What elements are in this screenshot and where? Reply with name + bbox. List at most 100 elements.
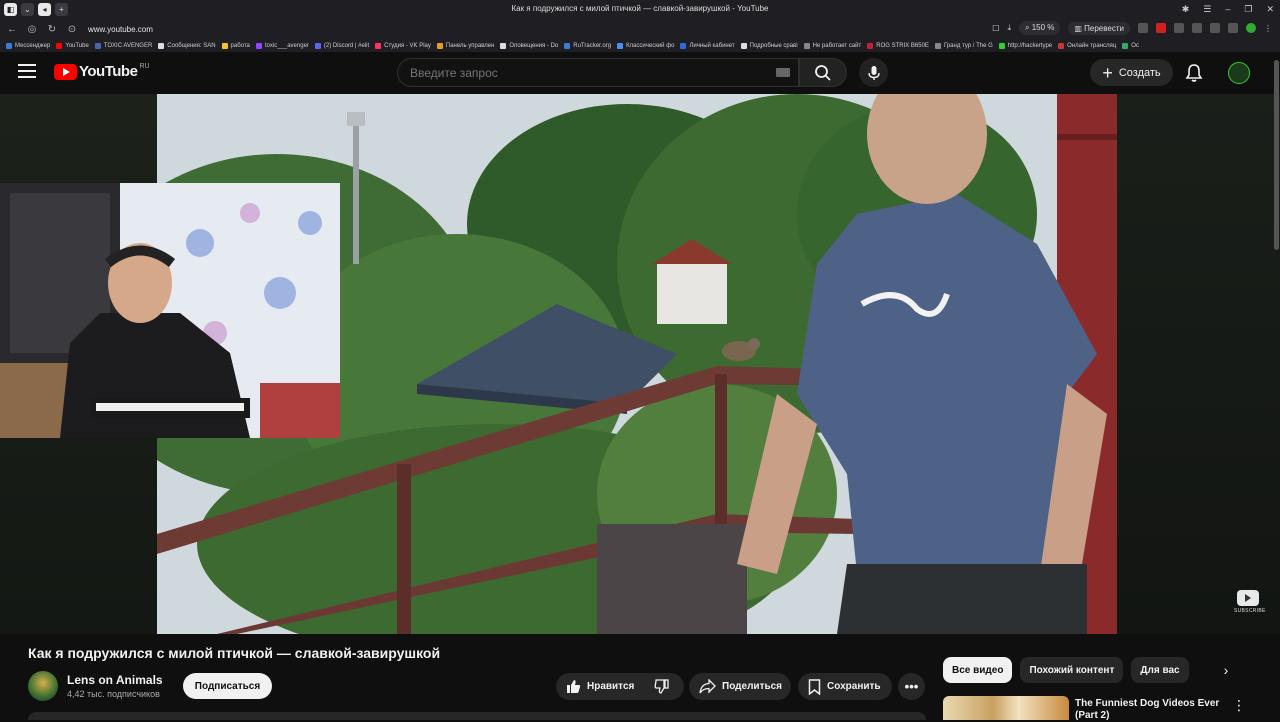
notifications-bell-icon[interactable]: [1185, 63, 1203, 88]
site-info-icon[interactable]: ⊙: [64, 21, 80, 37]
bookmark-item[interactable]: YouTube: [56, 43, 89, 49]
browser-addressbar: ← ◎ ↻ ⊙ www.youtube.com ☐ ⤓ ⌕ 150 % ▥ Пе…: [0, 18, 1280, 40]
video-title: Как я подружился с милой птичкой — славк…: [28, 645, 441, 661]
bookmark-item[interactable]: http://hackertype: [998, 43, 1052, 49]
bookmark-label: TOXIC AVENGER: [103, 43, 153, 49]
description-box[interactable]: [28, 712, 926, 720]
bookmark-item[interactable]: Сообщения: SAN: [158, 43, 216, 49]
bookmark-item[interactable]: ROG STRIX B650E: [867, 43, 929, 49]
recommendation-title[interactable]: The Funniest Dog Videos Ever (Part 2): [1075, 698, 1225, 722]
extension-icon-3[interactable]: [1192, 23, 1202, 33]
share-label: Поделиться: [722, 681, 783, 692]
recommendation-thumbnail[interactable]: [943, 696, 1069, 720]
ambient-right: [1117, 94, 1280, 634]
bookmark-label: (2) Discord | #elit: [323, 43, 370, 49]
chip-2[interactable]: Для вас: [1131, 657, 1189, 683]
region-code: RU: [139, 63, 150, 70]
bookmark-label: ROG STRIX B650E: [876, 43, 929, 49]
share-button[interactable]: Поделиться: [689, 673, 791, 700]
search-button[interactable]: [799, 58, 847, 87]
extension-icon-4[interactable]: [1210, 23, 1220, 33]
bookmark-item[interactable]: Ос: [1122, 43, 1139, 49]
minimize-icon[interactable]: –: [1225, 4, 1230, 14]
keyboard-icon[interactable]: [776, 68, 790, 77]
webcam-image: [0, 183, 340, 438]
bookmark-item[interactable]: toxic___avenger: [255, 43, 309, 49]
more-actions-button[interactable]: •••: [898, 673, 925, 700]
youtube-logo[interactable]: YouTube RU: [54, 63, 150, 80]
bookmark-item[interactable]: Панель управлен: [436, 43, 494, 49]
bookmark-item[interactable]: Оповещения - Do: [500, 43, 558, 49]
extension-icon-2[interactable]: [1174, 23, 1184, 33]
hamburger-menu-icon[interactable]: [18, 64, 36, 80]
chip-0[interactable]: Все видео: [943, 657, 1013, 683]
chevron-right-icon[interactable]: ›: [1216, 660, 1236, 680]
window-title: Как я подружился с милой птичкой — славк…: [511, 4, 769, 13]
maximize-icon[interactable]: ❐: [1244, 4, 1252, 15]
bookmark-item[interactable]: Личный кабинет: [680, 43, 735, 49]
bookmark-item[interactable]: работа: [221, 43, 250, 49]
extension-icon[interactable]: [1138, 23, 1148, 33]
chip-1[interactable]: Похожий контент: [1020, 657, 1124, 683]
active-tab-icon[interactable]: ◂: [38, 2, 51, 16]
search-input[interactable]: [410, 66, 760, 80]
page-scrollbar[interactable]: [1274, 60, 1279, 250]
bookmark-favicon-icon: [740, 43, 747, 49]
bookmark-item[interactable]: RuTracker.org: [564, 43, 611, 49]
video-player[interactable]: SUBSCRIBE: [0, 94, 1280, 634]
bookmark-item[interactable]: (2) Discord | #elit: [314, 43, 370, 49]
close-icon[interactable]: ✕: [1266, 4, 1274, 15]
list-icon[interactable]: ☰: [1203, 4, 1211, 15]
zoom-indicator[interactable]: ⌕ 150 %: [1018, 21, 1061, 35]
extensions-puzzle-icon[interactable]: [1228, 23, 1238, 33]
bookmark-item[interactable]: Гранд тур / The G: [934, 43, 993, 49]
bookmark-favicon-icon: [1122, 43, 1129, 49]
channel-avatar[interactable]: [28, 671, 58, 701]
voice-search-button[interactable]: [859, 58, 888, 87]
download-icon[interactable]: ⤓: [1007, 23, 1011, 33]
channel-name[interactable]: Lens on Animals: [67, 673, 163, 687]
bookmark-item[interactable]: Студия - VK Play: [375, 43, 431, 49]
back-arrow-icon[interactable]: ←: [4, 21, 20, 37]
create-button[interactable]: + Создать: [1090, 59, 1173, 86]
browser-titlebar: ◧ ⌄ ◂ + Как я подружился с милой птичкой…: [0, 0, 1280, 18]
dislike-button[interactable]: [644, 673, 685, 700]
bookmark-label: toxic___avenger: [264, 43, 309, 49]
bookmarks-bar: Мессенджер YouTube TOXIC AVENGER Сообщения:…: [0, 40, 1280, 52]
tab-list-chevron-icon[interactable]: ⌄: [21, 2, 34, 16]
bookmark-item[interactable]: Подробные сраві: [740, 43, 798, 49]
account-avatar[interactable]: [1228, 62, 1250, 84]
bookmark-favicon-icon: [998, 43, 1005, 49]
recommendation-more-icon[interactable]: ⋮: [1232, 697, 1246, 714]
bookmark-favicon-icon: [255, 43, 262, 49]
bookmark-item[interactable]: TOXIC AVENGER: [94, 43, 153, 49]
new-tab-plus-icon[interactable]: +: [55, 2, 68, 16]
bookmark-favicon-icon: [314, 43, 321, 49]
subscribe-button[interactable]: Подписаться: [183, 673, 272, 699]
bookmark-item[interactable]: Классический фо: [617, 43, 674, 49]
translate-button[interactable]: ▥ Перевести: [1068, 21, 1130, 35]
search-icon: [815, 64, 831, 81]
bookmark-item[interactable]: Не работает сайт: [803, 43, 861, 49]
bookmark-item[interactable]: Онлайн трансляц: [1058, 43, 1116, 49]
browser-menu-dots-icon[interactable]: ⋮: [1264, 24, 1272, 33]
youtube-header: YouTube RU + Создать: [0, 52, 1280, 94]
zoom-value: 150 %: [1031, 23, 1055, 32]
browser-menu-icon[interactable]: ◧: [4, 2, 17, 16]
url-text[interactable]: www.youtube.com: [88, 25, 153, 34]
like-button[interactable]: Нравится: [556, 673, 644, 700]
extensions-circle-icon[interactable]: ◎: [24, 21, 40, 37]
subscribe-watermark[interactable]: SUBSCRIBE: [1234, 590, 1265, 614]
bookmark-item[interactable]: Мессенджер: [6, 43, 50, 49]
bookmark-favicon-icon: [6, 43, 12, 49]
bookmark-label: Мессенджер: [15, 43, 51, 49]
bookmark-icon[interactable]: ☐: [992, 24, 999, 33]
pin-icon[interactable]: ✱: [1182, 4, 1190, 15]
extension-stop-icon[interactable]: [1156, 23, 1166, 33]
save-button[interactable]: Сохранить: [798, 673, 892, 700]
reload-icon[interactable]: ↻: [44, 21, 60, 37]
profile-icon[interactable]: [1246, 23, 1256, 33]
youtube-play-icon: [54, 63, 77, 80]
addressbar-right-tools: ☐ ⤓ ⌕ 150 % ▥ Перевести ⋮: [992, 21, 1272, 35]
bookmark-label: Ос: [1131, 43, 1139, 49]
